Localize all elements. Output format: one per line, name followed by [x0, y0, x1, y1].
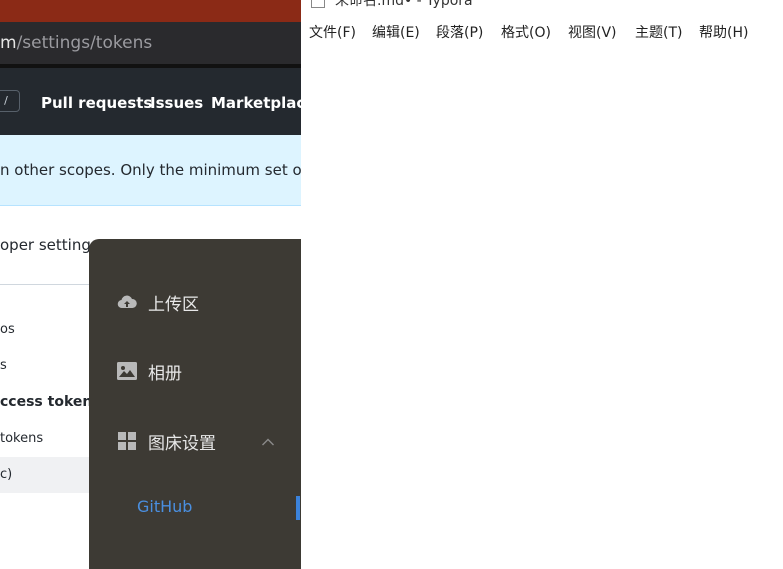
submenu-github[interactable]: GitHub	[137, 497, 192, 516]
menu-help[interactable]: 帮助(H)	[699, 22, 748, 42]
url-host: m	[0, 33, 17, 53]
page-title: oper settings	[0, 236, 99, 254]
menu-paragraph[interactable]: 段落(P)	[436, 22, 483, 42]
document-icon	[311, 0, 325, 8]
url-path: /settings/tokens	[16, 33, 153, 53]
nav-pull-requests[interactable]: Pull requests	[41, 94, 152, 112]
github-header: / Pull requests Issues Marketplace	[0, 68, 301, 135]
active-indicator	[296, 496, 300, 520]
cloud-upload-icon	[117, 292, 137, 312]
browser-tab-strip[interactable]	[0, 0, 301, 22]
menu-label: 图床设置	[148, 433, 216, 454]
sidebar-item-tokens-classic[interactable]: c)	[0, 467, 12, 482]
image-uploader-menu: 上传区 相册 图床设置 GitHub	[89, 239, 301, 569]
menu-gallery[interactable]: 相册	[117, 356, 182, 386]
sidebar-item[interactable]: os	[0, 322, 15, 337]
info-flash-banner: n other scopes. Only the minimum set of …	[0, 135, 301, 206]
menu-upload-area[interactable]: 上传区	[117, 287, 199, 317]
sidebar-selected-bg	[0, 457, 95, 493]
grid-icon	[117, 431, 137, 451]
address-bar[interactable]: m/settings/tokens	[0, 22, 301, 64]
flash-text: n other scopes. Only the minimum set of …	[0, 161, 301, 179]
sidebar-item-personal-access-tokens[interactable]: ccess tokens	[0, 394, 101, 410]
menu-format[interactable]: 格式(O)	[501, 22, 551, 42]
menu-file[interactable]: 文件(F)	[309, 22, 356, 42]
menu-label: 相册	[148, 363, 182, 384]
window-title: 未命名.md• - Typora	[335, 0, 473, 9]
menu-label: 上传区	[148, 294, 199, 315]
editor-area[interactable]	[301, 50, 783, 557]
typora-window: 未命名.md• - Typora 文件(F) 编辑(E) 段落(P) 格式(O)…	[301, 0, 783, 557]
sidebar-item[interactable]: s	[0, 358, 7, 373]
chevron-up-icon[interactable]	[261, 432, 275, 451]
menu-bar: 文件(F) 编辑(E) 段落(P) 格式(O) 视图(V) 主题(T) 帮助(H…	[301, 18, 783, 46]
nav-issues[interactable]: Issues	[150, 94, 203, 112]
menu-theme[interactable]: 主题(T)	[635, 22, 682, 42]
sidebar-item-tokens[interactable]: tokens	[0, 431, 43, 446]
nav-marketplace[interactable]: Marketplace	[211, 94, 301, 112]
image-icon	[117, 361, 137, 381]
url-text[interactable]: m/settings/tokens	[0, 33, 152, 53]
menu-edit[interactable]: 编辑(E)	[372, 22, 420, 42]
menu-image-host-settings[interactable]: 图床设置	[117, 426, 216, 456]
search-shortcut-key[interactable]: /	[0, 90, 20, 112]
menu-view[interactable]: 视图(V)	[568, 22, 617, 42]
